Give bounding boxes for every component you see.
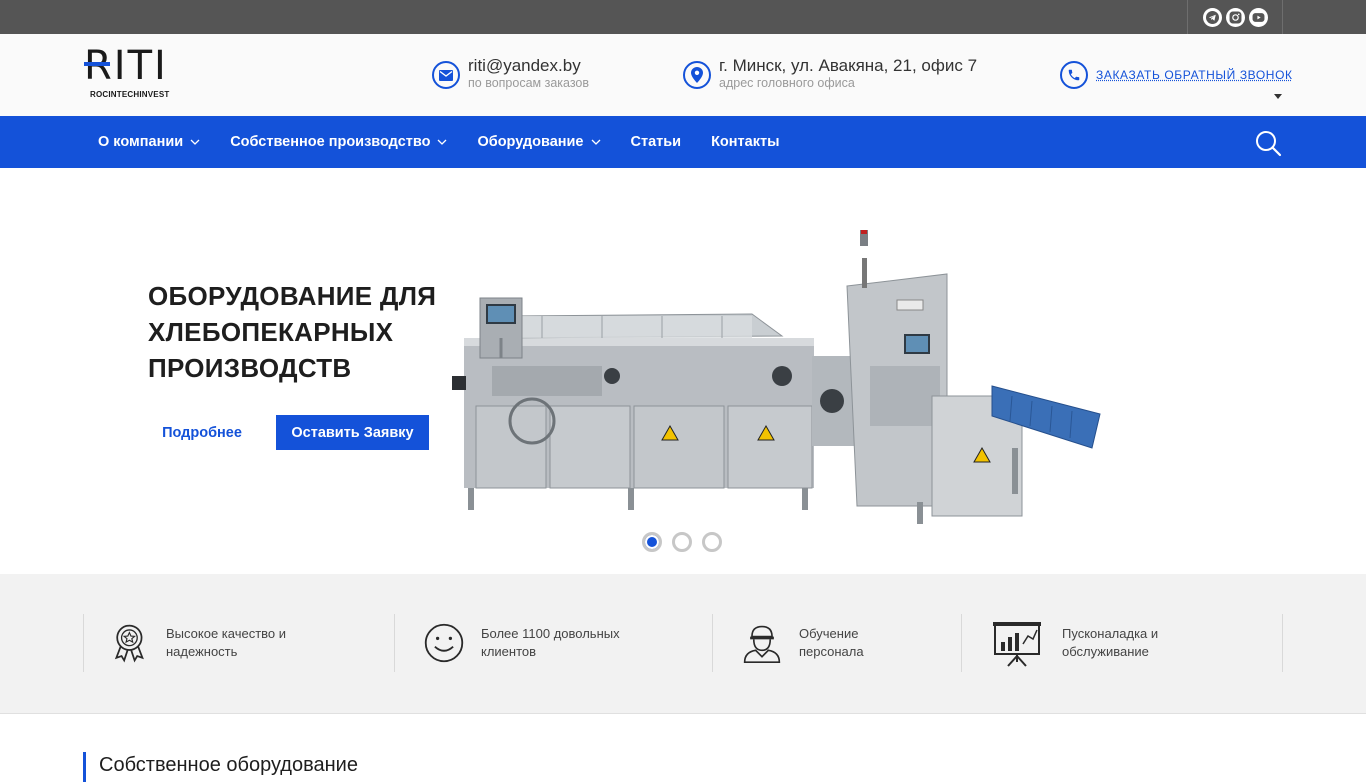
feature-training: Обучение персонала bbox=[712, 614, 961, 672]
smiley-icon bbox=[423, 622, 465, 664]
chevron-down-icon bbox=[437, 139, 447, 145]
header: RITI ROCINTECHINVEST riti@yandex.by по в… bbox=[0, 34, 1366, 116]
feature-clients: Более 1100 довольных клиентов bbox=[394, 614, 712, 672]
worker-helmet-icon bbox=[741, 622, 783, 664]
nav-item-equipment[interactable]: Оборудование bbox=[477, 134, 600, 150]
mail-icon bbox=[432, 61, 460, 89]
search-icon[interactable] bbox=[1254, 129, 1282, 157]
address-caption: адрес головного офиса bbox=[719, 76, 977, 90]
email-value[interactable]: riti@yandex.by bbox=[468, 56, 589, 76]
feature-text: Высокое качество и надежность bbox=[166, 625, 306, 661]
chevron-down-icon bbox=[591, 139, 601, 145]
slider-dot[interactable] bbox=[672, 532, 692, 552]
address-contact: г. Минск, ул. Авакяна, 21, офис 7 адрес … bbox=[683, 56, 977, 90]
divider bbox=[1282, 614, 1283, 672]
hero-title: ОБОРУДОВАНИЕ ДЛЯ ХЛЕБОПЕКАРНЫХ ПРОИЗВОДС… bbox=[148, 278, 468, 386]
slider-dots bbox=[642, 532, 722, 552]
chevron-down-icon bbox=[190, 139, 200, 145]
nav-item-contacts[interactable]: Контакты bbox=[711, 134, 779, 150]
presentation-chart-icon bbox=[992, 618, 1042, 668]
address-value: г. Минск, ул. Авакяна, 21, офис 7 bbox=[719, 56, 977, 76]
social-links bbox=[1187, 0, 1283, 34]
logo[interactable]: RITI ROCINTECHINVEST bbox=[84, 48, 184, 102]
section-title: Собственное оборудование bbox=[99, 752, 358, 778]
nav-item-label: Собственное производство bbox=[230, 134, 430, 150]
nav-item-production[interactable]: Собственное производство bbox=[230, 134, 447, 150]
nav-item-label: Статьи bbox=[631, 134, 682, 150]
main-nav: О компании Собственное производство Обор… bbox=[0, 116, 1366, 168]
nav-item-articles[interactable]: Статьи bbox=[631, 134, 682, 150]
feature-text: Пусконаладка и обслуживание bbox=[1062, 625, 1182, 661]
callback-link[interactable]: ЗАКАЗАТЬ ОБРАТНЫЙ ЗВОНОК bbox=[1096, 68, 1293, 82]
award-badge-icon bbox=[112, 621, 152, 665]
phone-icon bbox=[1060, 61, 1088, 89]
feature-service: Пусконаладка и обслуживание bbox=[961, 614, 1282, 672]
chevron-down-icon[interactable] bbox=[1274, 94, 1282, 99]
logo-wordmark: RITI bbox=[84, 46, 168, 86]
slider-dot[interactable] bbox=[642, 532, 662, 552]
telegram-icon[interactable] bbox=[1203, 8, 1222, 27]
feature-text: Более 1100 довольных клиентов bbox=[481, 625, 641, 661]
email-contact: riti@yandex.by по вопросам заказов bbox=[432, 56, 589, 90]
slider-dot[interactable] bbox=[702, 532, 722, 552]
nav-item-label: Оборудование bbox=[477, 134, 583, 150]
map-pin-icon bbox=[683, 61, 711, 89]
more-button[interactable]: Подробнее bbox=[148, 415, 256, 450]
order-button[interactable]: Оставить Заявку bbox=[276, 415, 429, 450]
logo-subtitle: ROCINTECHINVEST bbox=[90, 90, 169, 99]
callback-request[interactable]: ЗАКАЗАТЬ ОБРАТНЫЙ ЗВОНОК bbox=[1060, 61, 1293, 89]
section-heading: Собственное оборудование bbox=[83, 752, 358, 782]
youtube-icon[interactable] bbox=[1249, 8, 1268, 27]
feature-quality: Высокое качество и надежность bbox=[83, 614, 394, 672]
bakery-machine-image bbox=[452, 226, 1102, 538]
nav-item-about[interactable]: О компании bbox=[98, 134, 200, 150]
instagram-icon[interactable] bbox=[1226, 8, 1245, 27]
nav-item-label: О компании bbox=[98, 134, 183, 150]
feature-text: Обучение персонала bbox=[799, 625, 879, 661]
nav-item-label: Контакты bbox=[711, 134, 779, 150]
email-caption: по вопросам заказов bbox=[468, 76, 589, 90]
logo-accent-bar bbox=[84, 62, 110, 66]
hero-slider: ОБОРУДОВАНИЕ ДЛЯ ХЛЕБОПЕКАРНЫХ ПРОИЗВОДС… bbox=[0, 168, 1366, 574]
top-bar bbox=[0, 0, 1366, 34]
features-strip: Высокое качество и надежность Более 1100… bbox=[0, 574, 1366, 714]
